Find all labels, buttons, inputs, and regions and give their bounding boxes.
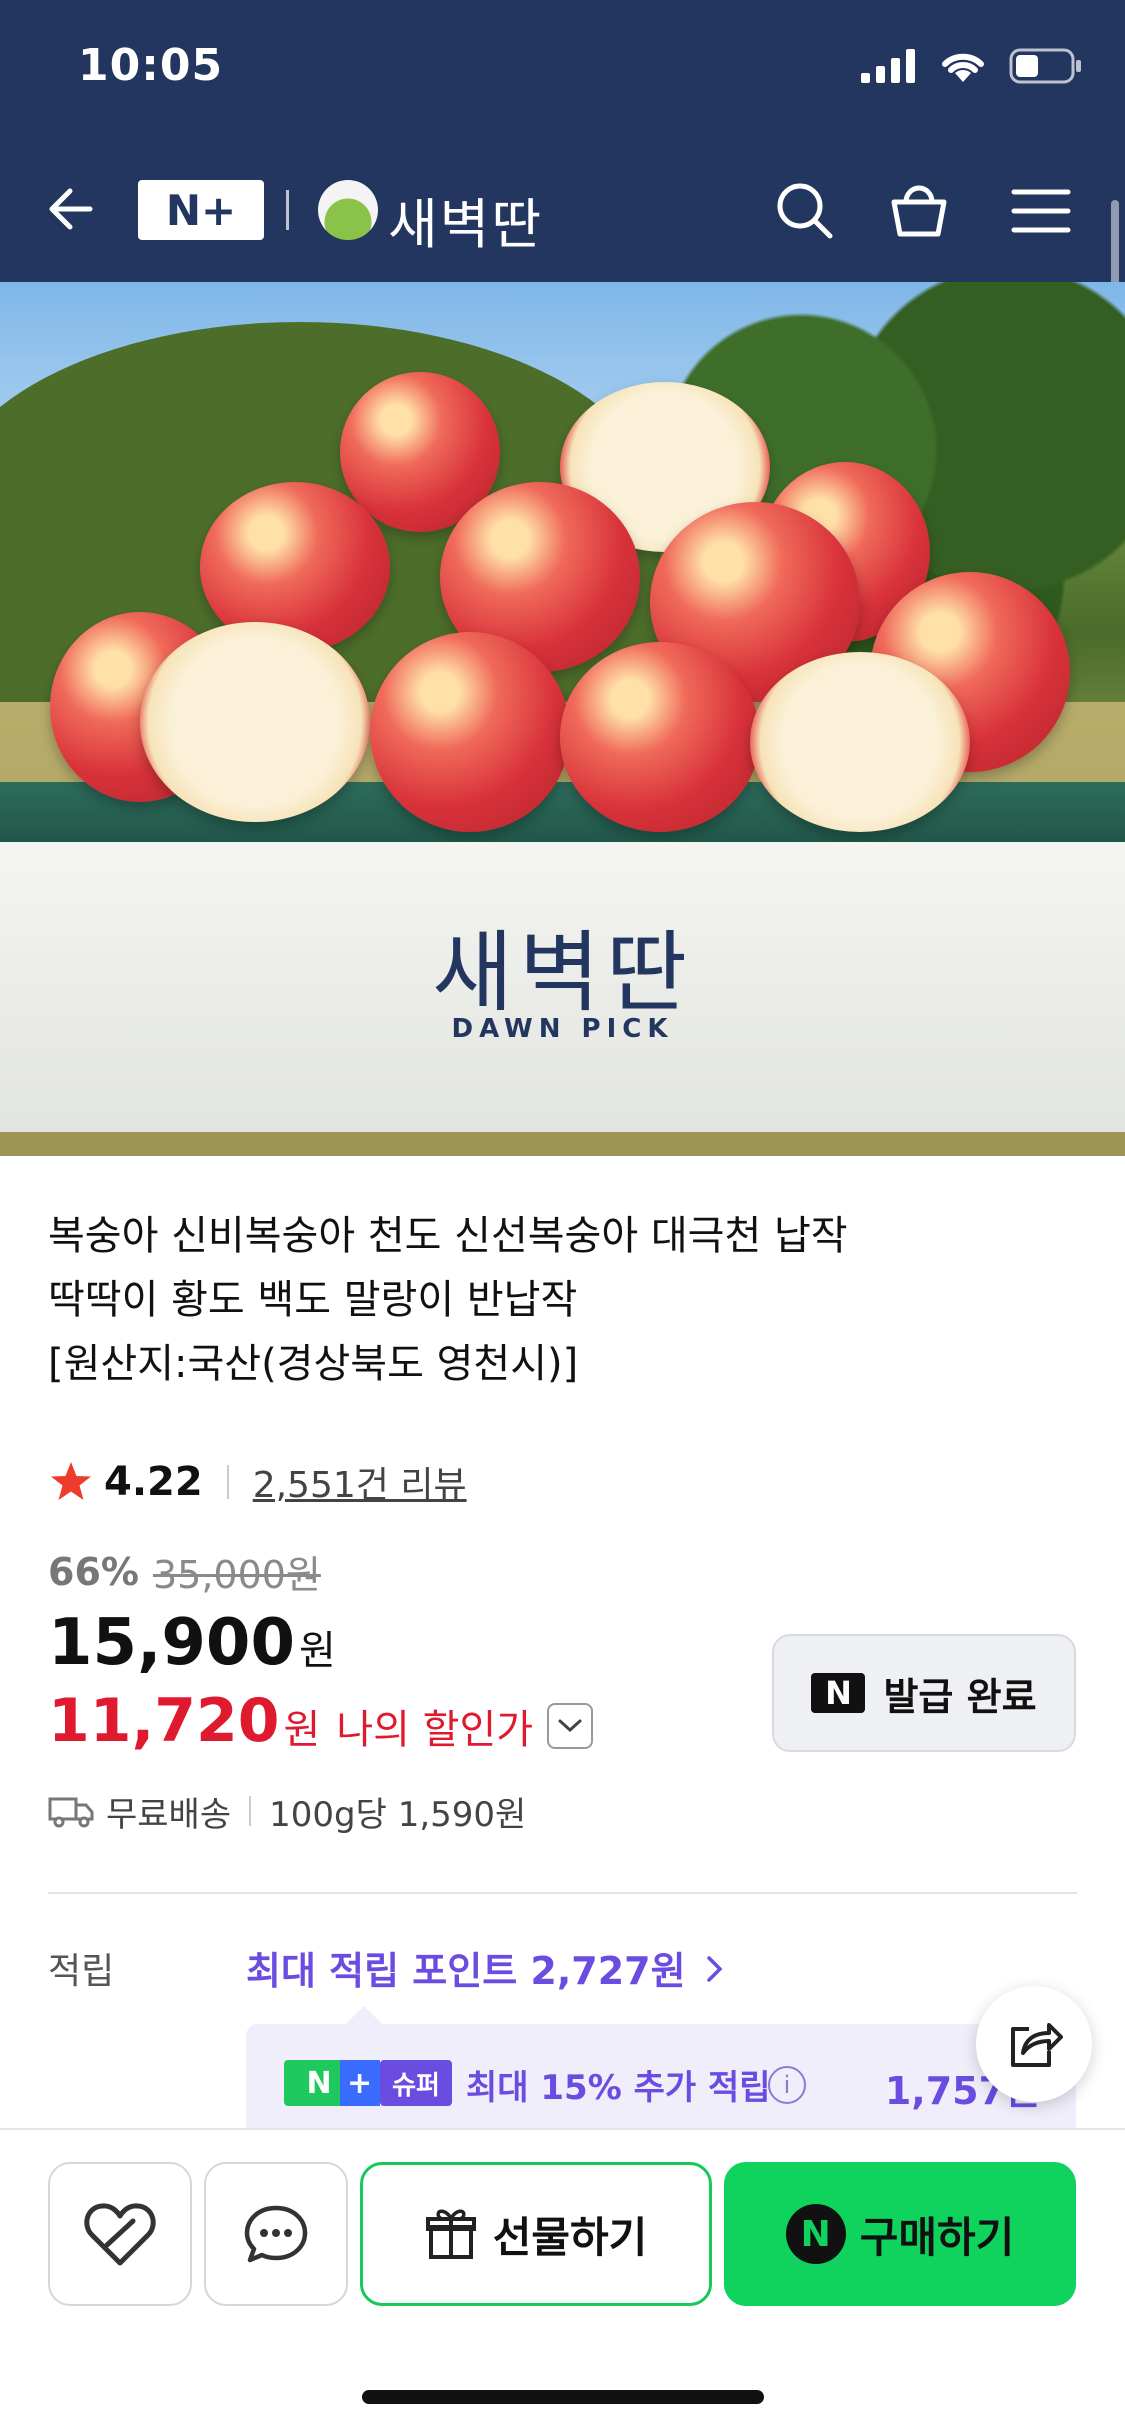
product-title-line1: 복숭아 신비복숭아 천도 신선복숭아 대극천 납작 [48, 1213, 848, 1259]
nplus-badge: N + [284, 2060, 380, 2106]
chevron-down-icon[interactable] [547, 1703, 594, 1749]
unit-price-text: 100g당 1,590원 [269, 1794, 527, 1835]
wishlist-button[interactable] [48, 2162, 192, 2306]
super-badge: 슈퍼 [380, 2060, 452, 2106]
chat-bubble-icon [244, 2205, 308, 2263]
discount-percent: 66% [48, 1549, 139, 1594]
peach-half-image [140, 622, 370, 822]
section-divider [48, 1892, 1077, 1894]
shipping-divider [249, 1796, 252, 1826]
points-label: 적립 [48, 1951, 115, 1992]
status-time: 10:05 [78, 40, 224, 91]
super-points-text: 최대 15% 추가 적립 [466, 2068, 771, 2108]
status-icons [861, 48, 1083, 84]
peach-image [560, 642, 760, 832]
box-logo-text: 새벽딴 [432, 921, 693, 1024]
nplus-badge-plus: + [339, 2060, 380, 2106]
share-button[interactable] [976, 1986, 1092, 2102]
cellular-signal-icon [861, 49, 915, 83]
gift-button-label: 선물하기 [492, 2212, 648, 2262]
free-shipping-text: 무료배송 [106, 1794, 232, 1835]
rating-score: 4.22 [104, 1459, 203, 1505]
product-image-carousel[interactable]: 새벽딴 DAWN PICK 2 / 8 [0, 282, 1125, 1156]
info-icon[interactable]: i [768, 2066, 806, 2104]
shopping-bag-icon[interactable] [884, 174, 954, 244]
original-price: 35,000원 [152, 1553, 321, 1597]
gift-button[interactable]: 선물하기 [360, 2162, 712, 2306]
discount-row: 66% 35,000원 [48, 1544, 321, 1599]
back-arrow-icon[interactable] [40, 174, 110, 244]
sale-price: 15,900 [48, 1606, 295, 1680]
home-indicator[interactable] [362, 2390, 764, 2404]
sale-price-unit: 원 [298, 1628, 336, 1674]
rating-row: 4.22 2,551건 리뷰 [48, 1452, 467, 1512]
peach-image [370, 632, 570, 832]
brand-logo-icon[interactable] [318, 180, 378, 240]
my-discount-price-label: 나의 할인가 [336, 1707, 534, 1753]
top-header: 10:05 N+ 새벽딴 [0, 0, 1125, 282]
product-title-line3: [원산지:국산(경상북도 영천시)] [48, 1341, 579, 1387]
shipping-row: 무료배송 100g당 1,590원 [48, 1786, 526, 1836]
max-points-link[interactable]: 최대 적립 포인트 2,727원 [246, 1940, 725, 1995]
buy-button-label: 구매하기 [859, 2212, 1015, 2262]
naver-n-icon: N [811, 1673, 866, 1713]
brand-name[interactable]: 새벽딴 [388, 180, 543, 259]
my-price-row[interactable]: 11,720 원 나의 할인가 [48, 1686, 594, 1756]
coupon-issued-button[interactable]: N 발급 완료 [772, 1634, 1076, 1752]
review-count-link[interactable]: 2,551건 리뷰 [253, 1456, 467, 1508]
peach-half-image [750, 652, 970, 832]
talk-inquiry-button[interactable] [204, 2162, 348, 2306]
navigation-bar: N+ 새벽딴 [0, 150, 1125, 270]
search-icon[interactable] [770, 176, 840, 246]
chevron-right-icon [705, 1949, 725, 1993]
product-title: 복숭아 신비복숭아 천도 신선복숭아 대극천 납작 딱딱이 황도 백도 말랑이 … [48, 1204, 1048, 1396]
rating-divider [226, 1465, 229, 1499]
naver-pay-icon: N [785, 2204, 846, 2264]
scrollbar[interactable] [1111, 200, 1119, 290]
nplus-store-logo[interactable]: N+ [138, 180, 264, 240]
share-icon [1011, 2023, 1063, 2067]
product-title-line2: 딱딱이 황도 백도 말랑이 반납작 [48, 1277, 578, 1323]
nplus-badge-n: N [306, 2065, 332, 2101]
box-sub-text: DAWN PICK [451, 1014, 674, 1044]
max-points-text: 최대 적립 포인트 2,727원 [246, 1949, 686, 1993]
heart-icon [84, 2203, 156, 2266]
battery-icon [1009, 48, 1081, 84]
wifi-icon [942, 53, 984, 82]
gift-icon [425, 2209, 476, 2259]
status-bar: 10:05 [0, 0, 1125, 140]
nav-divider [286, 190, 289, 230]
my-discount-price-unit: 원 [283, 1707, 321, 1753]
price-row: 15,900 원 [48, 1606, 336, 1680]
hamburger-menu-icon[interactable] [1006, 176, 1076, 246]
coupon-issued-label: 발급 완료 [883, 1674, 1037, 1719]
star-icon [51, 1462, 91, 1500]
truck-icon [48, 1797, 94, 1828]
buy-button[interactable]: N 구매하기 [724, 2162, 1076, 2306]
nplus-logo-text: N+ [165, 185, 237, 235]
my-discount-price: 11,720 [48, 1686, 280, 1756]
